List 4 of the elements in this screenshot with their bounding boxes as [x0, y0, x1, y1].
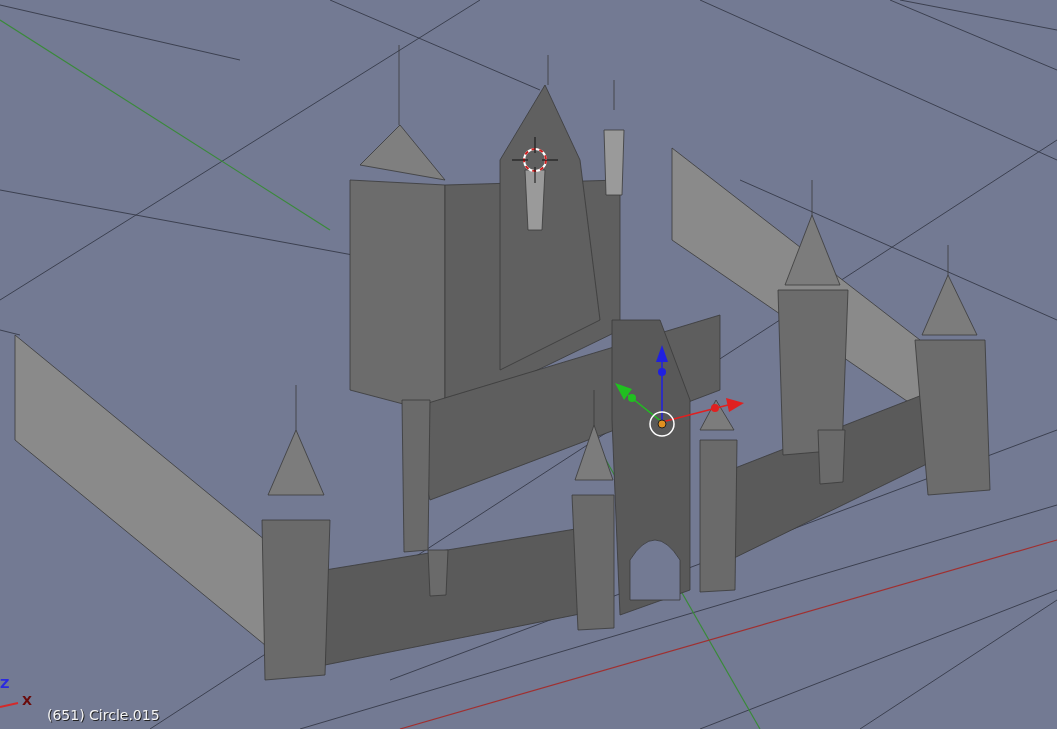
object-info-text: (651) Circle.015: [47, 707, 160, 723]
axis-label: Z: [0, 676, 10, 691]
axis-label: X: [22, 693, 33, 708]
crosshair-icon: [511, 136, 559, 184]
